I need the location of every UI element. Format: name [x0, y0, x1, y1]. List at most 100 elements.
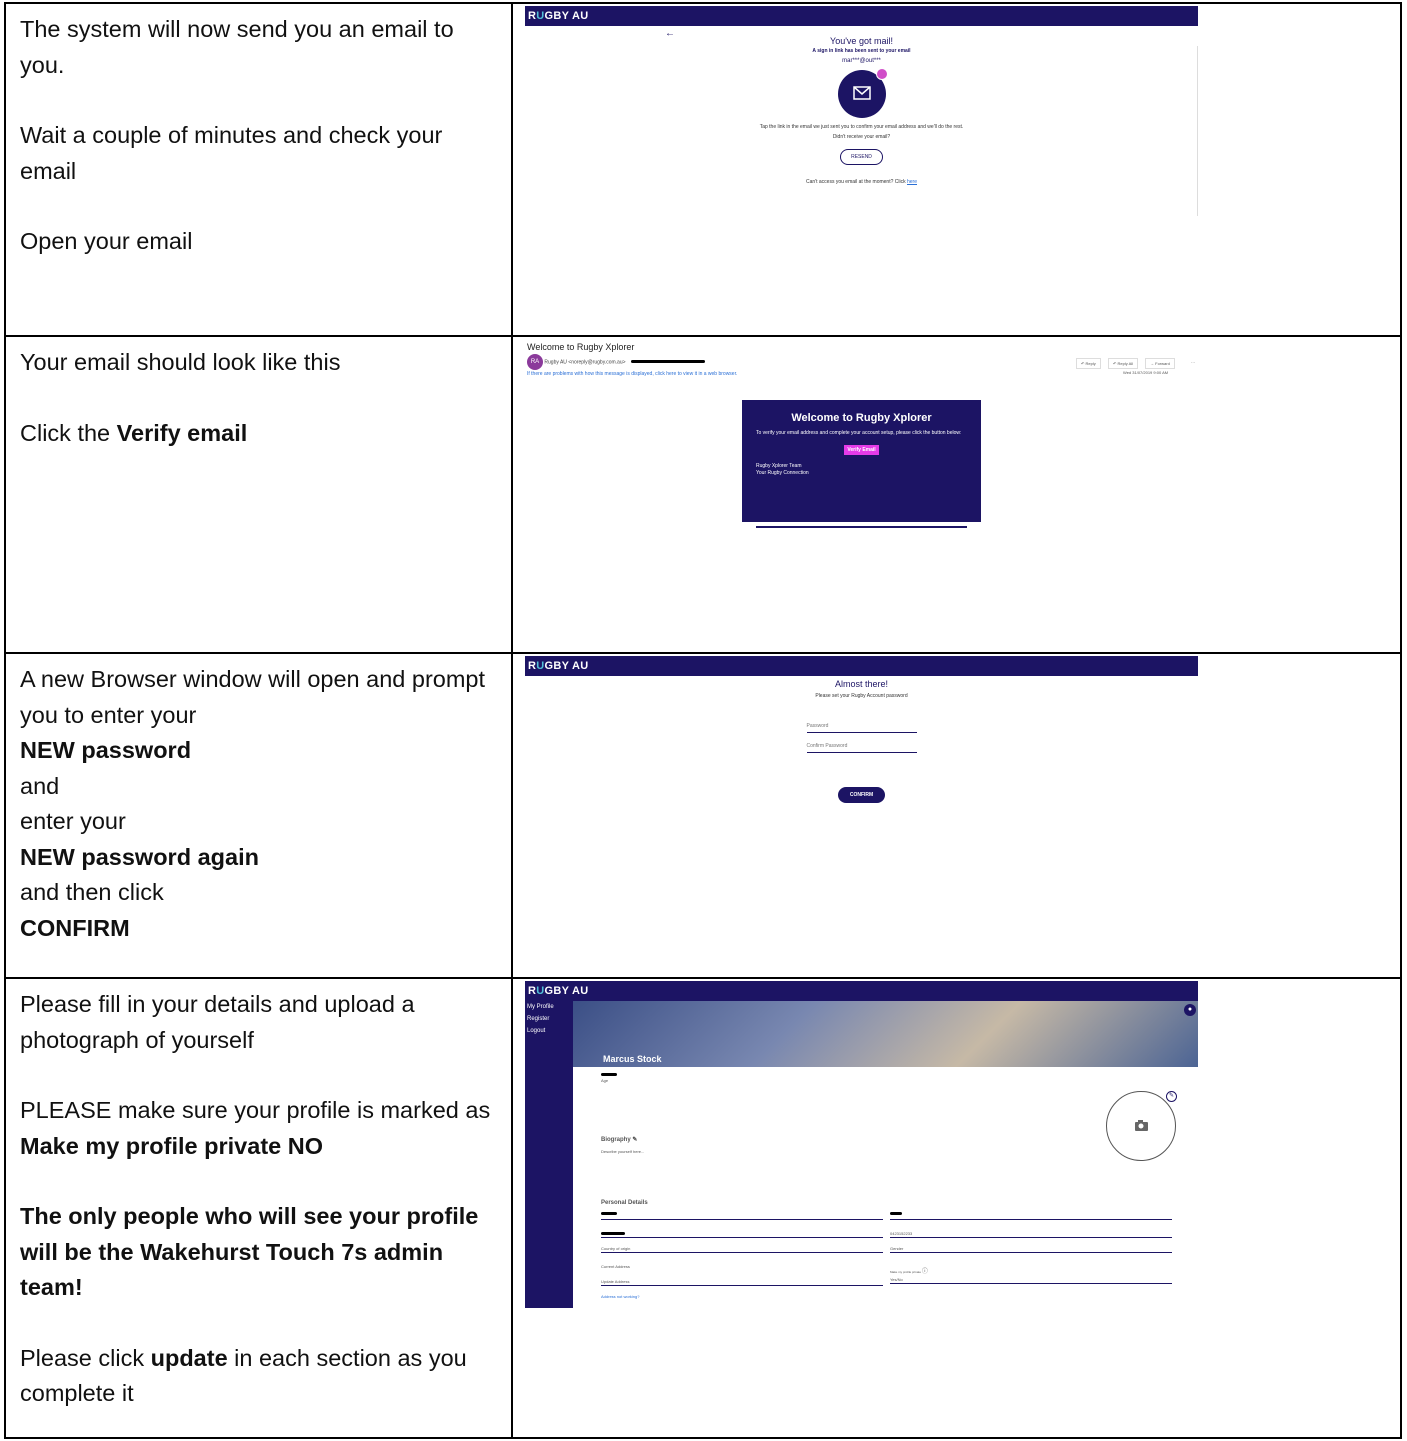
- page-subtitle: A sign in link has been sent to your ema…: [812, 48, 911, 54]
- private-select[interactable]: Yes/No: [890, 1277, 903, 1282]
- gender-field[interactable]: Gender: [890, 1246, 903, 1251]
- private-label: Make my profile private ⓘ: [890, 1269, 928, 1275]
- notification-dot: [875, 68, 888, 80]
- address-not-working-link[interactable]: Address not working?: [601, 1294, 639, 1299]
- verify-email-button[interactable]: Verify Email: [844, 445, 879, 455]
- update-address-field[interactable]: Update Address: [601, 1279, 629, 1284]
- sidebar-item-logout[interactable]: Logout: [525, 1025, 573, 1037]
- cover-photo: Marcus Stock ●: [573, 1001, 1198, 1067]
- confirm-password-field[interactable]: Confirm Password: [806, 743, 917, 753]
- more-options-icon[interactable]: ···: [1187, 358, 1198, 367]
- edit-icon[interactable]: ✎: [632, 1137, 637, 1143]
- country-field[interactable]: Country of origin: [601, 1246, 630, 1251]
- phone-field[interactable]: 0423152233: [890, 1231, 912, 1236]
- email-date: Wed 31/07/2019 9:00 AM: [1123, 370, 1169, 375]
- current-address-label: Current Address: [601, 1264, 630, 1269]
- card-title: Welcome to Rugby Xplorer: [791, 412, 932, 424]
- sidebar-item-register[interactable]: Register: [525, 1013, 573, 1025]
- rugby-au-logo: RUGBY AU: [525, 981, 1198, 1001]
- instruction-paragraph: A new Browser window will open and promp…: [20, 662, 497, 946]
- instruction-text: Open your email: [20, 228, 193, 254]
- sidebar-item-my-profile[interactable]: My Profile: [525, 1001, 573, 1013]
- instruction-text: and: [20, 772, 60, 799]
- biography-placeholder[interactable]: Describe yourself here...: [601, 1149, 644, 1154]
- masked-email: mar***@out***: [842, 58, 881, 64]
- emphasis-text: Verify email: [116, 419, 248, 446]
- biography-heading: Biography ✎: [601, 1137, 638, 1143]
- emphasis-text: NEW password: [20, 737, 192, 763]
- field-underline: [890, 1283, 1172, 1284]
- personal-details-heading: Personal Details: [601, 1200, 648, 1206]
- reply-all-button[interactable]: ↶ Reply All: [1108, 358, 1139, 369]
- info-icon[interactable]: ⓘ: [922, 1269, 928, 1275]
- redacted-last-name: [890, 1212, 902, 1215]
- forward-button[interactable]: → Forward: [1145, 358, 1175, 369]
- page-title: Almost there!: [834, 679, 889, 689]
- resend-button[interactable]: RESEND: [840, 149, 883, 165]
- card-divider: [756, 526, 967, 528]
- field-underline: [601, 1285, 883, 1286]
- step-3-screenshot: RUGBY AU Almost there! Please set your R…: [511, 652, 1402, 979]
- emphasis-text: NEW password again: [20, 843, 259, 870]
- set-password-screen: RUGBY AU Almost there! Please set your R…: [525, 656, 1198, 816]
- divider: [1197, 46, 1198, 216]
- redacted-value: [601, 1073, 617, 1076]
- envelope-icon: [837, 68, 888, 118]
- redacted-recipient: [630, 360, 705, 364]
- here-link[interactable]: here: [907, 179, 917, 185]
- back-arrow-icon[interactable]: ←: [665, 28, 675, 39]
- step-1-instructions: The system will now send you an email to…: [4, 2, 513, 337]
- instruction-text: Click the: [20, 419, 117, 446]
- page-subtitle: Please set your Rugby Account password: [815, 693, 908, 699]
- redacted-first-name: [601, 1212, 617, 1215]
- avatar: RA: [527, 354, 543, 370]
- info-bar[interactable]: If there are problems with how this mess…: [525, 370, 1198, 378]
- instruction-text: and then click: [20, 879, 164, 905]
- profile-name: Marcus Stock: [603, 1054, 662, 1064]
- step-2-screenshot: Welcome to Rugby Xplorer RA Rugby AU <no…: [511, 335, 1402, 654]
- instruction-text: Please click: [20, 1344, 151, 1371]
- email-client-screen: Welcome to Rugby Xplorer RA Rugby AU <no…: [525, 340, 1198, 550]
- cant-access-text: Can't access you email at the moment? Cl…: [805, 179, 917, 185]
- reply-button[interactable]: ↶ Reply: [1076, 358, 1101, 369]
- field-underline: [890, 1237, 1172, 1238]
- step-1-screenshot: RUGBY AU ← You've got mail! A sign in li…: [511, 2, 1402, 337]
- instruction-paragraph: Please click update in each section as y…: [20, 1341, 497, 1412]
- emphasis-text: CONFIRM: [20, 914, 130, 941]
- email-subject: Welcome to Rugby Xplorer: [527, 342, 635, 352]
- signature-line-1: Rugby Xplorer Team: [756, 463, 802, 469]
- didnt-receive-text: Didn't receive your email?: [832, 134, 891, 140]
- account-icon[interactable]: ●: [1184, 1004, 1196, 1016]
- email-sent-screen: RUGBY AU ← You've got mail! A sign in li…: [525, 6, 1198, 228]
- instruction-paragraph: Your email should look like this: [20, 345, 497, 381]
- redacted-date-of-birth: [601, 1232, 625, 1235]
- instruction-paragraph: Wait a couple of minutes and check your …: [20, 118, 497, 189]
- instruction-text: Please fill in your details and upload a…: [20, 991, 415, 1053]
- instruction-text: Your email should look like this: [20, 349, 341, 375]
- instruction-text: PLEASE make sure your profile is marked …: [20, 1097, 491, 1123]
- instruction-text: The system will now send you an email to…: [20, 16, 454, 78]
- instruction-paragraph: Please fill in your details and upload a…: [20, 987, 497, 1058]
- instruction-paragraph: PLEASE make sure your profile is marked …: [20, 1093, 497, 1164]
- step-3-instructions: A new Browser window will open and promp…: [4, 652, 513, 979]
- edit-pencil-icon[interactable]: ✎: [1166, 1091, 1177, 1102]
- field-underline: [890, 1252, 1172, 1253]
- field-underline: [601, 1252, 883, 1253]
- photo-upload-circle[interactable]: ✎: [1106, 1091, 1177, 1161]
- instruction-paragraph: The only people who will see your profil…: [20, 1199, 497, 1306]
- instruction-text: Wait a couple of minutes and check your …: [20, 122, 443, 184]
- emphasis-text: The only people who will see your profil…: [20, 1203, 479, 1300]
- emphasis-text: Make my profile private NO: [20, 1132, 323, 1159]
- instruction-text: A new Browser window will open and promp…: [20, 666, 486, 728]
- step-2-instructions: Your email should look like this Click th…: [4, 335, 513, 654]
- step-4-instructions: Please fill in your details and upload a…: [4, 977, 513, 1439]
- password-field[interactable]: Password: [806, 723, 917, 733]
- confirm-button[interactable]: CONFIRM: [837, 787, 886, 803]
- age-label: Age: [601, 1078, 609, 1083]
- sidebar: My Profile Register Logout: [525, 1001, 573, 1308]
- emphasis-text: update: [150, 1344, 228, 1371]
